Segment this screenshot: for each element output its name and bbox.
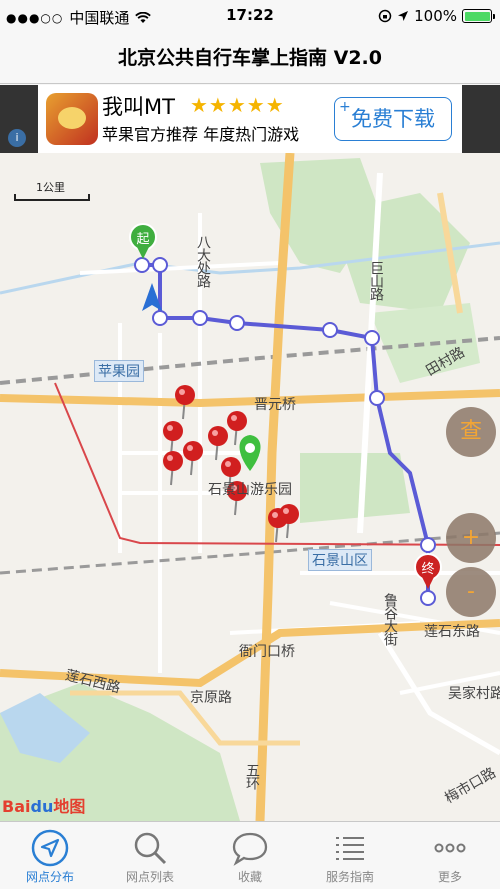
ad-side-panel bbox=[462, 85, 500, 153]
map-label-youleyuan: 石景山游乐园 bbox=[208, 482, 292, 498]
list-icon bbox=[336, 837, 364, 860]
end-marker[interactable]: 终 bbox=[414, 553, 442, 589]
baidu-logo-suffix: 地图 bbox=[53, 797, 86, 816]
battery-percent: 100% bbox=[414, 7, 457, 25]
station-pin[interactable] bbox=[175, 385, 195, 420]
ad-subtitle: 苹果官方推荐 年度热门游戏 bbox=[102, 125, 300, 144]
status-right: 100% bbox=[378, 7, 495, 25]
end-marker-label: 终 bbox=[421, 561, 434, 577]
map-label-yamenkou: 衙门口桥 bbox=[239, 644, 295, 660]
tab-bar: 网点分布 网点列表 收藏 服务指南 更多 bbox=[0, 821, 500, 889]
plus-icon: + bbox=[339, 99, 351, 115]
tab-favorites[interactable]: 收藏 bbox=[200, 822, 300, 889]
baidu-map-logo: Baidu地图 bbox=[2, 793, 85, 817]
station-pin[interactable] bbox=[163, 451, 183, 486]
station-pin[interactable] bbox=[163, 421, 183, 456]
zoom-in-button[interactable]: + bbox=[446, 513, 496, 563]
status-bar: ●●●○○ 中国联通 17:22 100% bbox=[0, 0, 500, 32]
map-label-shijingshan: 石景山区 bbox=[308, 549, 372, 571]
map-label-wuhuan: 五环 bbox=[244, 763, 260, 789]
ad-banner[interactable]: i 我叫MT ★★★★★ 苹果官方推荐 年度热门游戏 + 免费下载 bbox=[0, 85, 500, 153]
map-label-badachu: 八大处路 bbox=[195, 235, 211, 287]
current-location-pin[interactable] bbox=[239, 435, 261, 471]
tab-label: 网点分布 bbox=[25, 870, 74, 884]
search-icon bbox=[134, 832, 167, 865]
start-marker[interactable]: 起 bbox=[129, 223, 157, 259]
tab-more[interactable]: 更多 bbox=[400, 822, 500, 889]
map-scale-bar bbox=[14, 194, 90, 201]
ad-info-icon[interactable]: i bbox=[8, 129, 26, 147]
baidu-logo-bai: Bai bbox=[2, 797, 31, 816]
map-label-pingguoyuan: 苹果园 bbox=[94, 360, 144, 382]
more-dots-icon bbox=[434, 843, 466, 853]
baidu-logo-du: du bbox=[30, 797, 54, 816]
tab-label: 更多 bbox=[437, 870, 462, 884]
tab-label: 网点列表 bbox=[125, 870, 174, 884]
chat-bubble-icon bbox=[232, 832, 268, 866]
tab-label: 收藏 bbox=[237, 870, 262, 884]
map-label-jingyuan: 京原路 bbox=[190, 690, 232, 706]
battery-icon bbox=[462, 9, 495, 23]
ad-download-label: 免费下载 bbox=[351, 107, 435, 131]
station-pin[interactable] bbox=[279, 504, 299, 539]
rotation-lock-icon bbox=[378, 9, 392, 23]
location-icon bbox=[398, 11, 409, 21]
map-scale-label: 1公里 bbox=[36, 181, 65, 194]
ad-content[interactable]: 我叫MT ★★★★★ 苹果官方推荐 年度热门游戏 + 免费下载 bbox=[38, 85, 462, 153]
tab-label: 服务指南 bbox=[325, 870, 374, 884]
location-arrow-icon bbox=[31, 829, 69, 867]
map-label-lianshidong: 莲石东路 bbox=[424, 624, 480, 640]
map-label-jinyuanqiao: 晋元桥 bbox=[254, 397, 296, 413]
ad-info-area[interactable]: i bbox=[0, 85, 38, 153]
park-area-youleyuan bbox=[300, 453, 410, 523]
tab-network-list[interactable]: 网点列表 bbox=[100, 822, 200, 889]
tab-network-distribution[interactable]: 网点分布 bbox=[0, 822, 100, 889]
page-title: 北京公共自行车掌上指南 V2.0 bbox=[0, 32, 500, 84]
ad-title: 我叫MT bbox=[102, 95, 175, 119]
road-jinyuan bbox=[0, 389, 500, 408]
query-button[interactable]: 查 bbox=[446, 407, 496, 457]
zoom-out-button[interactable]: - bbox=[446, 567, 496, 617]
map-label-wujiacun: 吴家村路 bbox=[448, 686, 500, 702]
tab-service-guide[interactable]: 服务指南 bbox=[300, 822, 400, 889]
map-scale: 1公里 bbox=[14, 179, 90, 203]
map-label-jushan: 巨山路 bbox=[368, 261, 384, 300]
map-label-luguda: 鲁谷大街 bbox=[382, 593, 398, 645]
ad-rating-stars: ★★★★★ bbox=[190, 93, 285, 117]
ad-download-button[interactable]: + 免费下载 bbox=[334, 97, 452, 141]
ad-game-logo bbox=[46, 93, 98, 145]
map-view[interactable]: 起 终 1公里 八大处路 巨山路 田村路 苹果园 晋元桥 石景山游乐园 石景山区… bbox=[0, 153, 500, 821]
start-marker-label: 起 bbox=[136, 232, 149, 247]
